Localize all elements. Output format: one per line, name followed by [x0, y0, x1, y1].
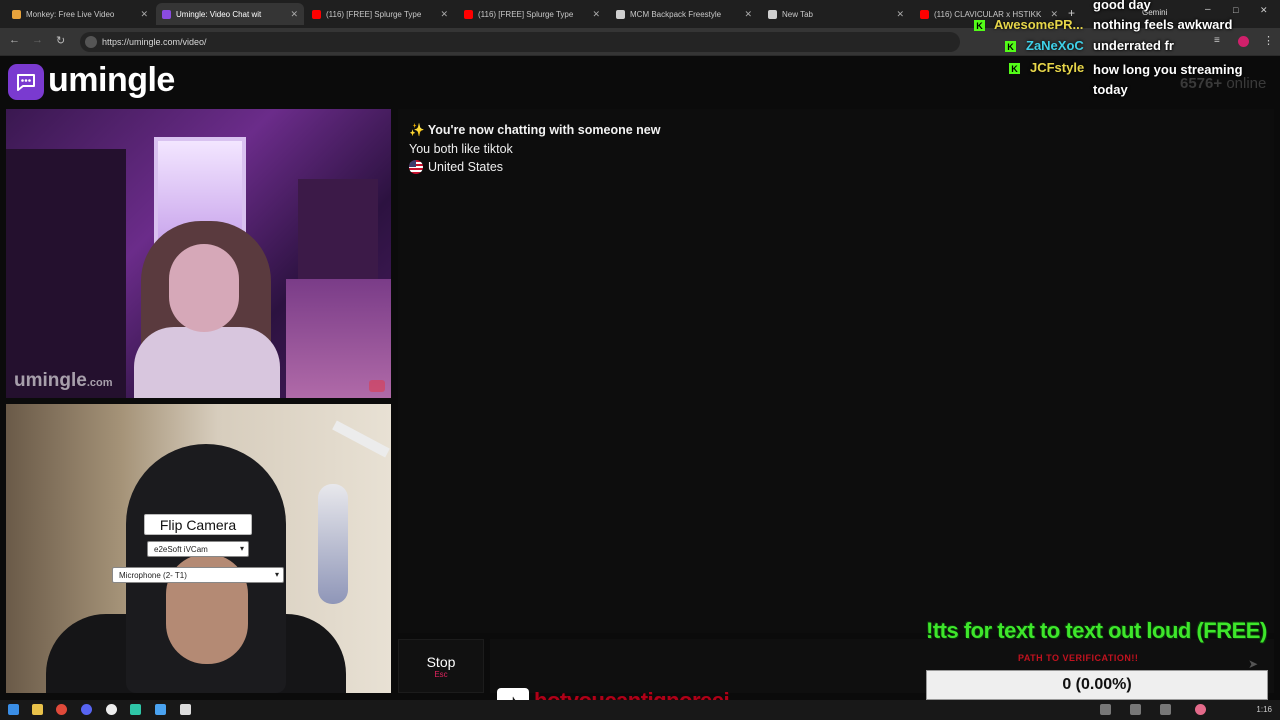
chrome-icon[interactable] [56, 704, 67, 715]
overlay-chat-message: good day [1093, 0, 1151, 12]
youtube-favicon-icon [312, 9, 321, 19]
microphone-select-value: Microphone (2- T1) [119, 570, 187, 580]
us-flag-icon [409, 160, 423, 174]
overlay-username: ZaNeXoC [1026, 38, 1084, 53]
tab-title: Monkey: Free Live Video [26, 9, 115, 19]
partner-body [134, 327, 280, 398]
camera-select[interactable]: e2eSoft iVCam ▾ [147, 541, 249, 557]
stop-button-label: Stop [426, 653, 456, 670]
discord-icon[interactable] [81, 704, 92, 715]
app-icon[interactable] [130, 704, 141, 715]
window-close-icon[interactable]: ✕ [1260, 5, 1268, 16]
chrome-favicon-icon [768, 9, 777, 19]
extensions-icon[interactable]: ≡ [1214, 35, 1220, 46]
globe-favicon-icon [616, 9, 625, 19]
tab-title: MCM Backpack Freestyle [630, 9, 722, 19]
close-icon[interactable]: ✕ [290, 9, 298, 20]
app-icon[interactable] [155, 704, 166, 715]
close-icon[interactable]: ✕ [440, 9, 448, 20]
partner-country: United States [409, 160, 503, 174]
tab-title: Umingle: Video Chat wit [176, 9, 262, 19]
menu-icon[interactable]: ⋮ [1263, 34, 1274, 47]
overlay-chat-message: nothing feels awkward [1093, 17, 1233, 32]
watermark-text: umingle [14, 370, 87, 391]
overlay-chat-message: underrated fr [1093, 38, 1174, 53]
minimize-icon[interactable]: – [1205, 4, 1211, 15]
reload-icon[interactable]: ↻ [56, 34, 65, 47]
tab-title: (116) [FREE] Splurge Type [478, 9, 574, 19]
forward-arrow-icon[interactable]: → [32, 34, 43, 46]
tab-splurge-1[interactable]: (116) [FREE] Splurge Type ✕ [306, 3, 454, 25]
taskbar-clock: 1:16 [1256, 705, 1272, 714]
tab-splurge-2[interactable]: (116) [FREE] Splurge Type ✕ [458, 3, 606, 25]
tts-banner: !tts for text to text out loud (FREE) [926, 618, 1267, 643]
close-icon[interactable]: ✕ [592, 9, 600, 20]
room-shadow [6, 149, 126, 398]
umingle-logo-icon[interactable] [8, 64, 44, 100]
system-message-text: You're now chatting with someone new [427, 123, 661, 137]
mic-arm [332, 420, 390, 458]
stop-button[interactable]: Stop Esc [398, 639, 484, 693]
close-icon[interactable]: ✕ [744, 9, 752, 20]
chevron-down-icon: ▾ [239, 544, 244, 553]
monkey-favicon-icon [12, 9, 21, 19]
system-message-new-chat: ✨ You're now chatting with someone new [409, 123, 660, 138]
tab-umingle[interactable]: Umingle: Video Chat wit ✕ [156, 3, 304, 25]
overlay-username: JCFstyle [1030, 60, 1085, 75]
tab-title: (116) [FREE] Splurge Type [326, 9, 422, 19]
tab-monkey[interactable]: Monkey: Free Live Video ✕ [6, 3, 154, 25]
video-watermark: umingle.com [14, 370, 113, 392]
youtube-favicon-icon [920, 9, 929, 19]
url-text: https://umingle.com/video/ [102, 37, 207, 47]
maximize-icon[interactable]: □ [1233, 5, 1238, 15]
site-info-icon[interactable] [85, 36, 97, 48]
microphone-select[interactable]: Microphone (2- T1) ▾ [112, 567, 284, 583]
kick-badge-icon: K [974, 20, 985, 31]
kick-badge-icon: K [1005, 41, 1016, 52]
logo-text[interactable]: umingle [48, 61, 175, 100]
tab-new-tab[interactable]: New Tab ✕ [762, 3, 910, 25]
sparkle-icon: ✨ [409, 123, 425, 137]
microphone-stand [318, 484, 348, 604]
back-arrow-icon[interactable]: ← [9, 34, 20, 46]
tab-title: New Tab [782, 9, 813, 19]
watermark-suffix: .com [86, 377, 113, 389]
windows-taskbar: 1:16 [0, 700, 1280, 720]
youtube-favicon-icon [464, 9, 473, 19]
tray-icon[interactable] [1195, 704, 1206, 715]
overlay-chat-message: how long you streaming today [1093, 62, 1243, 97]
profile-avatar[interactable] [1238, 36, 1249, 47]
chat-bubble-icon [17, 74, 35, 91]
shared-interest-message: You both like tiktok [409, 142, 513, 156]
obs-icon[interactable] [106, 704, 117, 715]
tray-icon[interactable] [1100, 704, 1111, 715]
camera-select-value: e2eSoft iVCam [154, 544, 208, 554]
verification-goal-label: PATH TO VERIFICATION!! [1018, 653, 1139, 663]
chat-log: ✨ You're now chatting with someone new Y… [398, 109, 1274, 633]
close-icon[interactable]: ✕ [896, 9, 904, 20]
flip-camera-button[interactable]: Flip Camera [144, 514, 252, 535]
partner-video: umingle.com [6, 109, 391, 398]
chevron-down-icon: ▾ [274, 570, 279, 579]
address-bar[interactable]: https://umingle.com/video/ [80, 32, 960, 52]
tray-icon[interactable] [1130, 704, 1141, 715]
report-icon[interactable] [369, 380, 385, 392]
country-text: United States [428, 160, 504, 174]
kick-badge-icon: K [1009, 63, 1020, 74]
file-explorer-icon[interactable] [32, 704, 43, 715]
browser-tab-bar: Monkey: Free Live Video ✕ Umingle: Video… [0, 0, 1280, 28]
partner-face [169, 244, 239, 332]
close-icon[interactable]: ✕ [140, 9, 148, 20]
windows-start-icon[interactable] [8, 704, 19, 715]
overlay-username: AwesomePR... [994, 17, 1084, 32]
goal-progress-value: 0 (0.00%) [1062, 676, 1132, 693]
capcut-icon[interactable] [180, 704, 191, 715]
umingle-favicon-icon [162, 9, 171, 19]
tray-icon[interactable] [1160, 704, 1171, 715]
browser-toolbar: ← → ↻ https://umingle.com/video/ ≡ ⋮ [0, 28, 1280, 56]
tab-mcm-backpack[interactable]: MCM Backpack Freestyle ✕ [610, 3, 758, 25]
goal-progress-bar: 0 (0.00%) [926, 670, 1268, 700]
stop-shortcut-key: Esc [434, 669, 448, 679]
